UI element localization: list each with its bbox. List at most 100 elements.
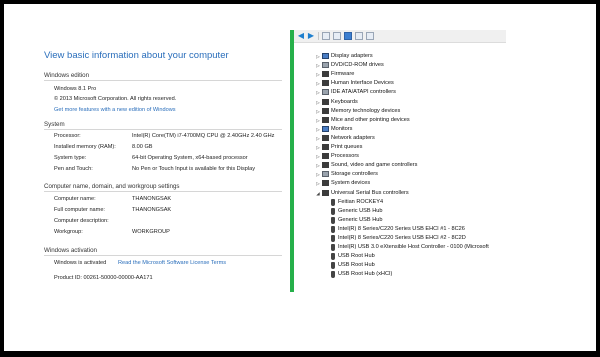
expand-icon[interactable]: ▷ bbox=[314, 79, 322, 88]
expand-icon[interactable]: ▷ bbox=[314, 52, 322, 61]
device-category[interactable]: ▷ Processors bbox=[314, 152, 359, 161]
usb-device[interactable]: Intel(R) 8 Series/C220 Series USB EHCI #… bbox=[330, 234, 466, 243]
section-divider bbox=[44, 80, 282, 81]
collapse-icon[interactable]: ◢ bbox=[314, 189, 322, 198]
device-category-label: Keyboards bbox=[331, 98, 358, 105]
view-icon[interactable] bbox=[355, 32, 363, 40]
help-icon[interactable] bbox=[344, 32, 352, 40]
expand-icon[interactable]: ▷ bbox=[314, 134, 322, 143]
device-category-label: Human Interface Devices bbox=[331, 80, 394, 87]
device-category[interactable]: ▷ Display adapters bbox=[314, 52, 373, 61]
usb-device-label: Generic USB Hub bbox=[338, 216, 383, 223]
device-list-icon[interactable] bbox=[333, 32, 341, 40]
hid-icon bbox=[322, 80, 329, 87]
expand-icon[interactable]: ▷ bbox=[314, 161, 322, 170]
expand-icon[interactable]: ▷ bbox=[314, 179, 322, 188]
workgroup-value: WORKGROUP bbox=[132, 229, 170, 235]
device-category-label: Memory technology devices bbox=[331, 107, 401, 114]
expand-icon[interactable]: ▷ bbox=[314, 107, 322, 116]
section-divider bbox=[44, 129, 282, 130]
device-category[interactable]: ▷ Storage controllers bbox=[314, 170, 378, 179]
ide-controller-icon bbox=[322, 89, 329, 96]
edition-name: Windows 8.1 Pro bbox=[54, 86, 97, 92]
device-category[interactable]: ▷ Sound, video and game controllers bbox=[314, 161, 417, 170]
product-id: Product ID: 00261-50000-00000-AA171 bbox=[54, 275, 153, 281]
device-category[interactable]: ▷ System devices bbox=[314, 179, 370, 188]
usb-device-label: Generic USB Hub bbox=[338, 207, 383, 214]
expand-icon[interactable]: ▷ bbox=[314, 70, 322, 79]
device-category[interactable]: ▷ Monitors bbox=[314, 125, 352, 134]
device-category[interactable]: ▷ DVD/CD-ROM drives bbox=[314, 61, 384, 70]
scan-hardware-icon[interactable] bbox=[366, 32, 374, 40]
usb-plug-icon bbox=[331, 235, 335, 242]
ram-value: 8.00 GB bbox=[132, 144, 153, 150]
full-computer-name-value: THANONGSAK bbox=[132, 207, 172, 213]
usb-device[interactable]: USB Root Hub bbox=[330, 252, 375, 261]
computer-name-label: Computer name: bbox=[54, 196, 96, 202]
device-category[interactable]: ▷ Print queues bbox=[314, 143, 362, 152]
usb-plug-icon bbox=[331, 244, 335, 252]
usb-plug-icon bbox=[331, 207, 335, 215]
usb-device[interactable]: Intel(R) USB 3.0 eXtensible Host Control… bbox=[330, 243, 489, 252]
device-category-label: Sound, video and game controllers bbox=[331, 162, 418, 169]
expand-icon[interactable]: ▷ bbox=[314, 88, 322, 97]
forward-arrow-icon[interactable]: ▶ bbox=[307, 32, 315, 40]
processor-label: Processor: bbox=[54, 133, 81, 139]
workgroup-label: Workgroup: bbox=[54, 229, 83, 235]
usb-device-label: USB Root Hub bbox=[338, 253, 375, 260]
back-arrow-icon[interactable]: ◀ bbox=[297, 32, 305, 40]
device-category[interactable]: ▷ Mice and other pointing devices bbox=[314, 116, 410, 125]
usb-device[interactable]: Intel(R) 8 Series/C220 Series USB EHCI #… bbox=[330, 225, 465, 234]
expand-icon[interactable]: ▷ bbox=[314, 98, 322, 107]
disc-drive-icon bbox=[322, 62, 329, 69]
usb-device[interactable]: USB Root Hub bbox=[330, 261, 375, 270]
section-divider bbox=[44, 191, 282, 192]
device-category[interactable]: ▷ Firmware bbox=[314, 70, 354, 79]
copyright-text: © 2013 Microsoft Corporation. All rights… bbox=[54, 96, 177, 102]
usb-device-label: Intel(R) 8 Series/C220 Series USB EHCI #… bbox=[338, 235, 466, 241]
monitor-icon bbox=[322, 53, 329, 59]
keyboard-icon bbox=[322, 98, 329, 105]
system-device-icon bbox=[322, 180, 329, 187]
usb-plug-icon bbox=[331, 262, 335, 270]
printer-icon bbox=[322, 144, 329, 150]
pen-touch-value: No Pen or Touch Input is available for t… bbox=[132, 166, 256, 172]
expand-icon[interactable]: ▷ bbox=[314, 143, 322, 152]
device-category[interactable]: ▷ IDE ATA/ATAPI controllers bbox=[314, 88, 396, 97]
usb-plug-icon bbox=[331, 198, 335, 206]
usb-plug-icon bbox=[331, 271, 335, 279]
network-adapter-icon bbox=[322, 134, 329, 141]
memory-icon bbox=[322, 107, 329, 114]
device-category[interactable]: ▷ Memory technology devices bbox=[314, 107, 400, 116]
device-category[interactable]: ◢ Universal Serial Bus controllers bbox=[314, 189, 409, 198]
more-features-link[interactable]: Get more features with a new edition of … bbox=[54, 107, 176, 113]
expand-icon[interactable]: ▷ bbox=[314, 170, 322, 179]
expand-icon[interactable]: ▷ bbox=[314, 125, 322, 134]
usb-device[interactable]: USB Root Hub (xHCI) bbox=[330, 270, 392, 279]
device-category-label: DVD/CD-ROM drives bbox=[331, 62, 384, 69]
storage-controller-icon bbox=[322, 171, 329, 178]
usb-device[interactable]: Feitian ROCKEY4 bbox=[330, 198, 383, 207]
expand-icon[interactable]: ▷ bbox=[314, 152, 322, 161]
device-category[interactable]: ▷ Network adapters bbox=[314, 134, 375, 143]
usb-device[interactable]: Generic USB Hub bbox=[330, 207, 382, 216]
expand-icon[interactable]: ▷ bbox=[314, 61, 322, 70]
toolbar-separator bbox=[318, 32, 319, 40]
device-category-label: Firmware bbox=[331, 71, 355, 78]
processor-icon bbox=[322, 153, 329, 160]
usb-device-label: Intel(R) 8 Series/C220 Series USB EHCI #… bbox=[338, 225, 465, 232]
screenshot-frame: View basic information about your comput… bbox=[4, 4, 596, 351]
device-category-label: Display adapters bbox=[331, 53, 373, 59]
device-manager-panel: ◀ ▶ ▷ Display adapters ▷ DVD/CD-ROM drives ▷… bbox=[294, 30, 506, 292]
license-terms-link[interactable]: Read the Microsoft Software License Term… bbox=[118, 260, 226, 266]
computer-description-label: Computer description: bbox=[54, 218, 109, 224]
expand-icon[interactable]: ▷ bbox=[314, 116, 322, 125]
usb-controller-icon bbox=[322, 189, 329, 196]
pen-touch-label: Pen and Touch: bbox=[54, 166, 93, 172]
device-category[interactable]: ▷ Keyboards bbox=[314, 98, 358, 107]
usb-device[interactable]: Generic USB Hub bbox=[330, 216, 382, 225]
sound-icon bbox=[322, 162, 329, 169]
device-category[interactable]: ▷ Human Interface Devices bbox=[314, 79, 394, 88]
system-properties-panel: View basic information about your comput… bbox=[4, 4, 290, 351]
properties-icon[interactable] bbox=[322, 32, 330, 40]
